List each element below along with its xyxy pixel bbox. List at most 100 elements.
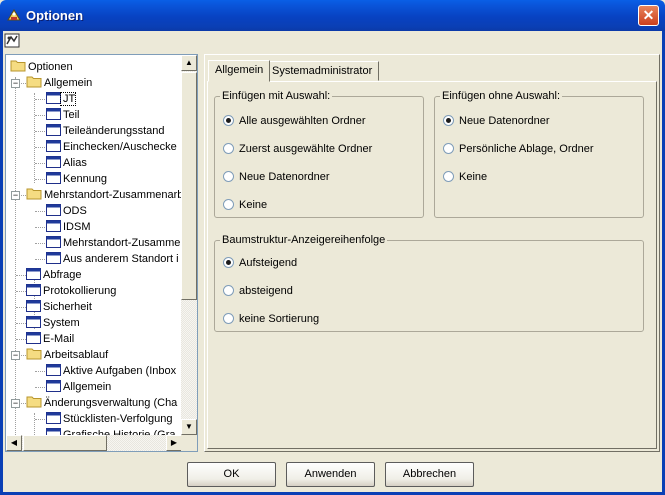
radio-circle <box>223 171 234 182</box>
radio-circle <box>223 313 234 324</box>
tree-item[interactable]: Änderungsverwaltung (Cha <box>26 395 177 411</box>
tree-item-label: Alias <box>63 157 87 169</box>
tree-item-label: Arbeitsablauf <box>44 349 109 361</box>
tree-item-label: Mehrstandort-Zusamme <box>63 237 181 249</box>
ok-button[interactable]: OK <box>187 462 276 487</box>
radio-new-data-folder[interactable]: Neue Datenordner <box>443 115 550 128</box>
tab-systemadministrator[interactable]: Systemadministrator <box>265 61 380 81</box>
tree-item[interactable]: Allgemein <box>26 75 92 91</box>
scroll-down-button[interactable]: ▼ <box>181 419 197 435</box>
tree-collapse-toggle[interactable]: − <box>11 79 20 88</box>
page-icon <box>46 156 61 168</box>
tree-item[interactable]: E-Mail <box>26 331 74 347</box>
tree-item[interactable]: Alias <box>46 155 87 171</box>
folder-icon <box>26 75 42 88</box>
radio-circle <box>443 171 454 182</box>
app-icon <box>7 9 21 21</box>
tree-item[interactable]: System <box>26 315 80 331</box>
group-title: Baumstruktur-Anzeigereihenfolge <box>220 234 388 246</box>
radio-descending[interactable]: absteigend <box>223 285 293 298</box>
tree-guide-line <box>35 179 45 180</box>
tree-item[interactable]: JT <box>46 91 77 107</box>
radio-all-selected-folders[interactable]: Alle ausgewählten Ordner <box>223 115 366 128</box>
scroll-left-button[interactable]: ◀ <box>6 435 22 451</box>
radio-none[interactable]: Keine <box>223 199 267 212</box>
radio-circle <box>223 143 234 154</box>
page-icon <box>46 140 61 152</box>
tree-item[interactable]: Mehrstandort-Zusammenarb <box>26 187 182 203</box>
tree-item[interactable]: Protokollierung <box>26 283 116 299</box>
folder-icon <box>26 347 42 360</box>
tree-item[interactable]: Kennung <box>46 171 107 187</box>
insert-with-selection-group: Einfügen mit Auswahl: Alle ausgewählten … <box>214 90 424 218</box>
tree-collapse-toggle[interactable]: − <box>11 399 20 408</box>
tree-item[interactable]: Stücklisten-Verfolgung <box>46 411 172 427</box>
tree-item[interactable]: IDSM <box>46 219 91 235</box>
tree-guide-line <box>34 413 35 435</box>
tree-item[interactable]: ODS <box>46 203 87 219</box>
close-button[interactable]: ✕ <box>638 5 659 26</box>
tree-guide-line <box>35 147 45 148</box>
tree-item[interactable]: Mehrstandort-Zusamme <box>46 235 180 251</box>
tree-item-label: Allgemein <box>63 381 112 393</box>
tree-guide-line <box>35 419 45 420</box>
scroll-up-button[interactable]: ▲ <box>181 55 197 71</box>
page-icon <box>46 380 61 392</box>
tree-horizontal-scrollbar[interactable]: ◀ ▶ <box>6 435 182 451</box>
tree-item-label: Sicherheit <box>43 301 92 313</box>
insert-without-selection-group: Einfügen ohne Auswahl: Neue Datenordner … <box>434 90 644 218</box>
page-icon <box>46 124 61 136</box>
cancel-button[interactable]: Abbrechen <box>385 462 474 487</box>
options-tree[interactable]: Optionen − Allgemein JT Teil Teileänderungsst… <box>5 54 198 452</box>
tree-item-label: ODS <box>63 205 87 217</box>
tree-item-label: Protokollierung <box>43 285 117 297</box>
tree-item[interactable]: Aktive Aufgaben (Inbox <box>46 363 176 379</box>
tree-guide-line <box>35 163 45 164</box>
radio-personal-folder[interactable]: Persönliche Ablage, Ordner <box>443 143 594 156</box>
toolbar-tool-icon[interactable] <box>4 33 20 48</box>
tree-item[interactable]: Abfrage <box>26 267 82 283</box>
tree-item[interactable]: Arbeitsablauf <box>26 347 108 363</box>
hscroll-thumb[interactable] <box>23 435 107 451</box>
radio-ascending[interactable]: Aufsteigend <box>223 257 297 270</box>
tree-item[interactable]: Teil <box>46 107 80 123</box>
tree-item[interactable]: Allgemein <box>46 379 111 395</box>
tree-item[interactable]: Optionen <box>10 59 73 75</box>
radio-circle <box>223 199 234 210</box>
tree-guide-line <box>16 307 26 308</box>
page-icon <box>46 236 61 248</box>
tree-guide-line <box>35 259 45 260</box>
tree-item-label: Abfrage <box>43 269 82 281</box>
apply-button[interactable]: Anwenden <box>286 462 375 487</box>
group-title: Einfügen ohne Auswahl: <box>440 90 563 102</box>
tree-guide-line <box>35 371 45 372</box>
tree-item-label: IDSM <box>63 221 91 233</box>
page-icon <box>46 428 61 435</box>
tree-guide-line <box>34 93 35 183</box>
scroll-thumb[interactable] <box>181 72 197 300</box>
page-icon <box>46 204 61 216</box>
tab-allgemein[interactable]: Allgemein <box>208 60 271 82</box>
tree-item[interactable]: Sicherheit <box>26 299 92 315</box>
scroll-right-button[interactable]: ▶ <box>166 435 182 451</box>
tree-item[interactable]: Grafische Historie (Gra <box>46 427 175 435</box>
tree-item-label: System <box>43 317 80 329</box>
tree-collapse-toggle[interactable]: − <box>11 351 20 360</box>
tree-vertical-scrollbar[interactable]: ▲ ▼ <box>181 55 197 435</box>
tree-item[interactable]: Teileänderungsstand <box>46 123 165 139</box>
page-icon <box>46 108 61 120</box>
radio-circle <box>443 143 454 154</box>
radio-none[interactable]: Keine <box>443 171 487 184</box>
radio-no-sorting[interactable]: keine Sortierung <box>223 313 319 326</box>
radio-new-data-folder[interactable]: Neue Datenordner <box>223 171 330 184</box>
tree-guide-line <box>35 387 45 388</box>
radio-circle <box>223 257 234 268</box>
page-icon <box>46 92 61 104</box>
tree-collapse-toggle[interactable]: − <box>11 191 20 200</box>
radio-circle <box>443 115 454 126</box>
tree-guide-line <box>16 323 26 324</box>
tree-item[interactable]: Einchecken/Auschecke <box>46 139 177 155</box>
tree-guide-line <box>15 77 16 435</box>
radio-first-selected-folders[interactable]: Zuerst ausgewählte Ordner <box>223 143 372 156</box>
tree-item[interactable]: Aus anderem Standort i <box>46 251 179 267</box>
